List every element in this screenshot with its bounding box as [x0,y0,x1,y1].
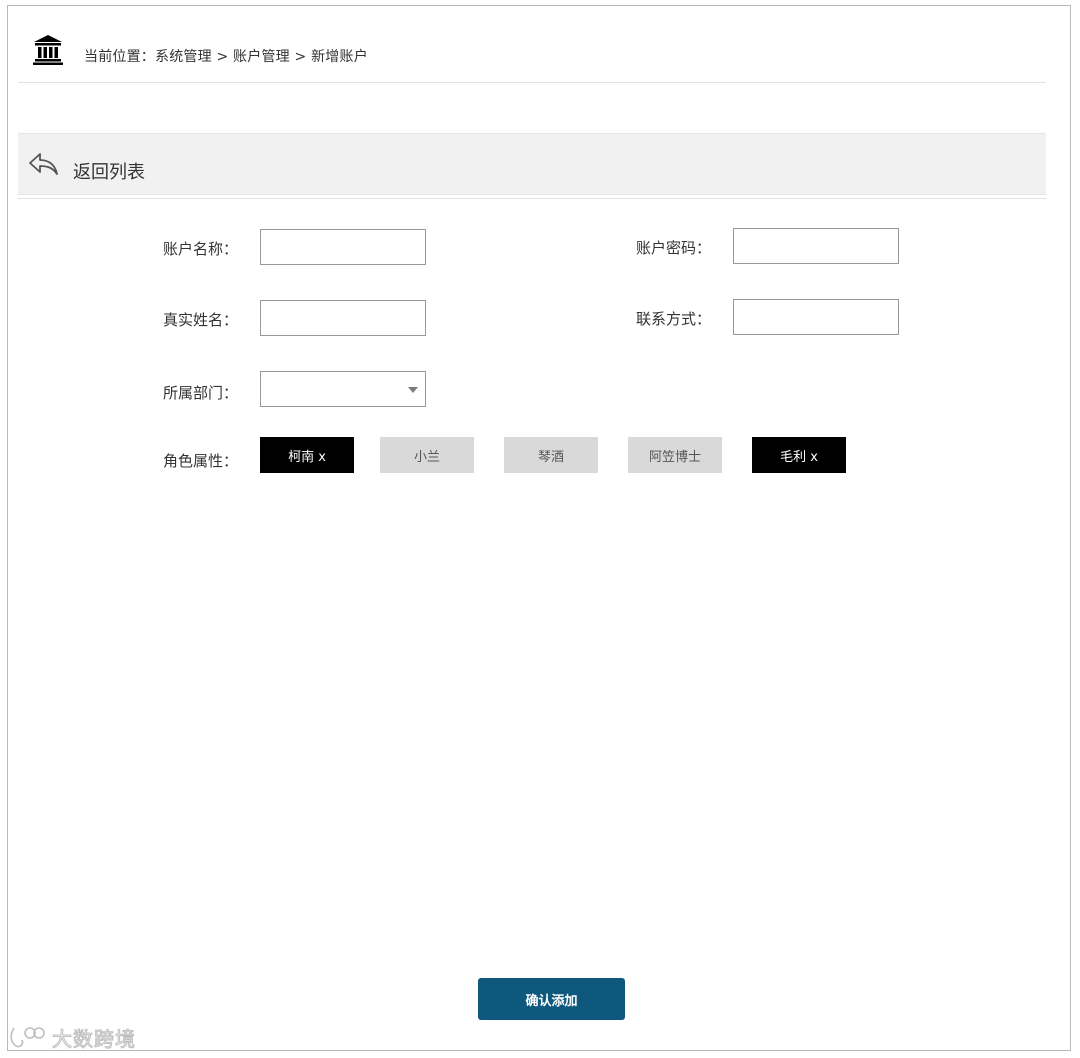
real-name-input[interactable] [260,300,426,336]
role-tag-gin[interactable]: 琴酒 [504,437,598,473]
confirm-add-button[interactable]: 确认添加 [478,978,625,1020]
logo-icon [10,1027,45,1048]
breadcrumb-separator: > [211,49,234,65]
bank-icon [33,35,63,65]
account-name-label: 账户名称： [163,240,239,258]
account-password-label: 账户密码： [636,239,712,257]
role-tag-mouri[interactable]: 毛利 x [752,437,846,473]
breadcrumb: 当前位置：系统管理 > 账户管理 > 新增账户 [18,30,1046,83]
reply-arrow-icon [29,153,58,175]
department-select[interactable] [260,371,426,407]
contact-label: 联系方式： [636,310,712,328]
roles-label: 角色属性： [163,452,239,470]
breadcrumb-prefix: 当前位置： [84,49,155,65]
watermark-text: 大数跨境 [52,1026,136,1051]
role-tag-agasa[interactable]: 阿笠博士 [628,437,722,473]
watermark: 大数跨境 [8,1022,136,1052]
contact-input[interactable] [733,299,899,335]
real-name-label: 真实姓名： [163,311,239,329]
caret-down-icon [408,387,418,393]
breadcrumb-separator: > [289,49,312,65]
account-name-input[interactable] [260,229,426,265]
account-password-input[interactable] [733,228,899,264]
breadcrumb-item-system[interactable]: 系统管理 [155,49,212,65]
divider [18,198,1046,199]
breadcrumb-item-current: 新增账户 [311,49,368,65]
department-label: 所属部门： [163,384,239,402]
breadcrumb-item-accounts[interactable]: 账户管理 [233,49,290,65]
role-tag-conan[interactable]: 柯南 x [260,437,354,473]
back-to-list-button[interactable]: 返回列表 [18,133,1046,195]
breadcrumb-text: 当前位置：系统管理 > 账户管理 > 新增账户 [84,46,368,66]
back-to-list-label: 返回列表 [73,162,145,183]
role-tag-ran[interactable]: 小兰 [380,437,474,473]
